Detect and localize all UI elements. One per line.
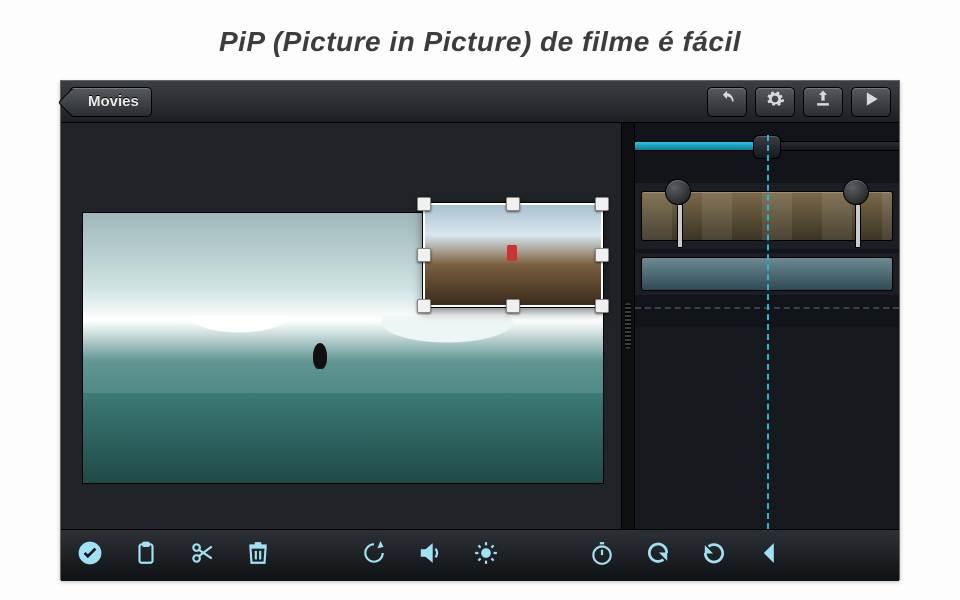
- preview-canvas[interactable]: [83, 213, 603, 483]
- trim-handle-right[interactable]: [843, 179, 869, 205]
- pip-content: [507, 245, 517, 261]
- play-button[interactable]: [851, 87, 891, 117]
- preview-pane: [61, 123, 621, 529]
- approve-button[interactable]: [75, 541, 105, 571]
- pip-overlay[interactable]: [423, 203, 603, 307]
- back-button[interactable]: Movies: [69, 87, 152, 117]
- redo-button[interactable]: [643, 541, 673, 571]
- resize-handle-mr[interactable]: [595, 248, 609, 262]
- trash-icon: [245, 540, 271, 571]
- resize-handle-tl[interactable]: [417, 197, 431, 211]
- copy-button[interactable]: [131, 541, 161, 571]
- chevron-left-icon: [757, 540, 783, 571]
- scissors-icon: [189, 540, 215, 571]
- resize-handle-bl[interactable]: [417, 299, 431, 313]
- playhead[interactable]: [767, 135, 769, 529]
- resize-handle-br[interactable]: [595, 299, 609, 313]
- undo-button[interactable]: [707, 87, 747, 117]
- undo-icon: [717, 89, 737, 114]
- timeline-pane: [635, 123, 899, 529]
- back-button-label: Movies: [88, 93, 139, 110]
- more-button[interactable]: [755, 541, 785, 571]
- share-button[interactable]: [803, 87, 843, 117]
- brightness-button[interactable]: [471, 541, 501, 571]
- pane-divider[interactable]: [621, 123, 635, 529]
- resize-handle-tr[interactable]: [595, 197, 609, 211]
- settings-button[interactable]: [755, 87, 795, 117]
- trim-handle-left[interactable]: [665, 179, 691, 205]
- undo-loop-button[interactable]: [699, 541, 729, 571]
- volume-button[interactable]: [415, 541, 445, 571]
- brightness-icon: [473, 540, 499, 571]
- rotate-button[interactable]: [359, 541, 389, 571]
- play-icon: [861, 89, 881, 114]
- timer-button[interactable]: [587, 541, 617, 571]
- top-toolbar: Movies: [61, 81, 899, 123]
- divider-grip-icon: [625, 303, 631, 349]
- main-area: [61, 123, 899, 529]
- undo-loop-icon: [701, 540, 727, 571]
- check-circle-icon: [77, 540, 103, 571]
- delete-button[interactable]: [243, 541, 273, 571]
- bottom-toolbar: [61, 529, 899, 581]
- zoom-fill: [635, 142, 767, 150]
- clipboard-icon: [133, 540, 159, 571]
- wave-graphic: [83, 393, 603, 483]
- cut-button[interactable]: [187, 541, 217, 571]
- stopwatch-icon: [589, 540, 615, 571]
- resize-handle-bm[interactable]: [506, 299, 520, 313]
- redo-icon: [645, 540, 671, 571]
- surfer-graphic: [313, 343, 327, 369]
- editor-frame: Movies: [60, 80, 900, 580]
- rotate-icon: [361, 540, 387, 571]
- resize-handle-ml[interactable]: [417, 248, 431, 262]
- resize-handle-tm[interactable]: [506, 197, 520, 211]
- volume-icon: [417, 540, 443, 571]
- share-icon: [813, 89, 833, 114]
- page-title: PiP (Picture in Picture) de filme é fáci…: [0, 0, 960, 80]
- wave-graphic: [83, 316, 603, 376]
- gear-icon: [765, 89, 785, 114]
